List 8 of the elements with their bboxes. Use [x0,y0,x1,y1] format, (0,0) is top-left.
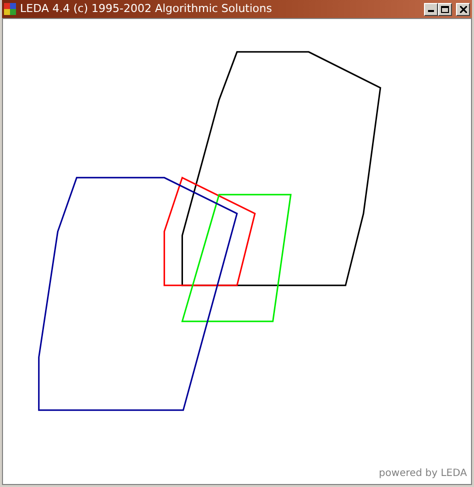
close-button[interactable] [456,2,470,16]
app-icon [4,3,16,15]
maximize-button[interactable] [438,2,452,16]
minimize-button[interactable] [424,2,438,16]
maximize-icon [441,6,449,12]
close-icon [460,6,466,12]
window-title: LEDA 4.4 (c) 1995-2002 Algorithmic Solutions [20,1,272,17]
footer-text: powered by LEDA [378,467,467,481]
